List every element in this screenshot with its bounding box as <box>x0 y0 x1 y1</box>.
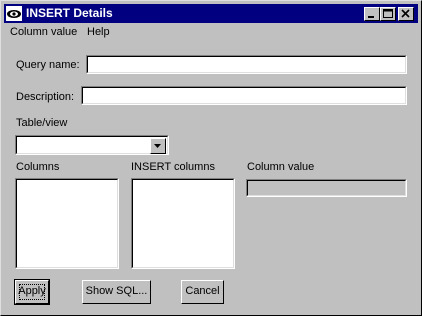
query-name-label: Query name: <box>16 59 80 71</box>
minimize-button[interactable] <box>364 7 380 21</box>
cancel-button[interactable]: Cancel <box>181 280 224 304</box>
menu-help[interactable]: Help <box>87 26 110 38</box>
insert-columns-list[interactable] <box>131 178 235 269</box>
close-icon <box>401 9 410 18</box>
column-value-label: Column value <box>247 161 315 173</box>
description-input[interactable] <box>81 86 407 105</box>
menu-column-value[interactable]: Column value <box>10 26 77 38</box>
table-view-label: Table/view <box>16 117 68 129</box>
app-eye-icon <box>6 6 22 21</box>
insert-details-window: INSERT Details Column value Help Query n… <box>0 0 422 316</box>
title-bar[interactable]: INSERT Details <box>4 4 418 23</box>
window-title: INSERT Details <box>26 6 113 20</box>
columns-list[interactable] <box>15 178 119 269</box>
maximize-button[interactable] <box>380 7 396 21</box>
dropdown-button[interactable] <box>150 138 166 154</box>
apply-button[interactable]: Apply <box>14 279 50 305</box>
chevron-down-icon <box>154 144 161 148</box>
query-name-input[interactable] <box>86 55 407 74</box>
close-button[interactable] <box>398 7 414 21</box>
insert-columns-label: INSERT columns <box>131 161 215 173</box>
minimize-icon <box>368 16 374 18</box>
description-label: Description: <box>16 91 75 103</box>
table-view-dropdown[interactable] <box>15 135 169 155</box>
column-value-field[interactable] <box>246 179 407 197</box>
columns-label: Columns <box>16 161 60 173</box>
show-sql-button[interactable]: Show SQL... <box>82 280 151 304</box>
maximize-icon <box>383 9 393 18</box>
